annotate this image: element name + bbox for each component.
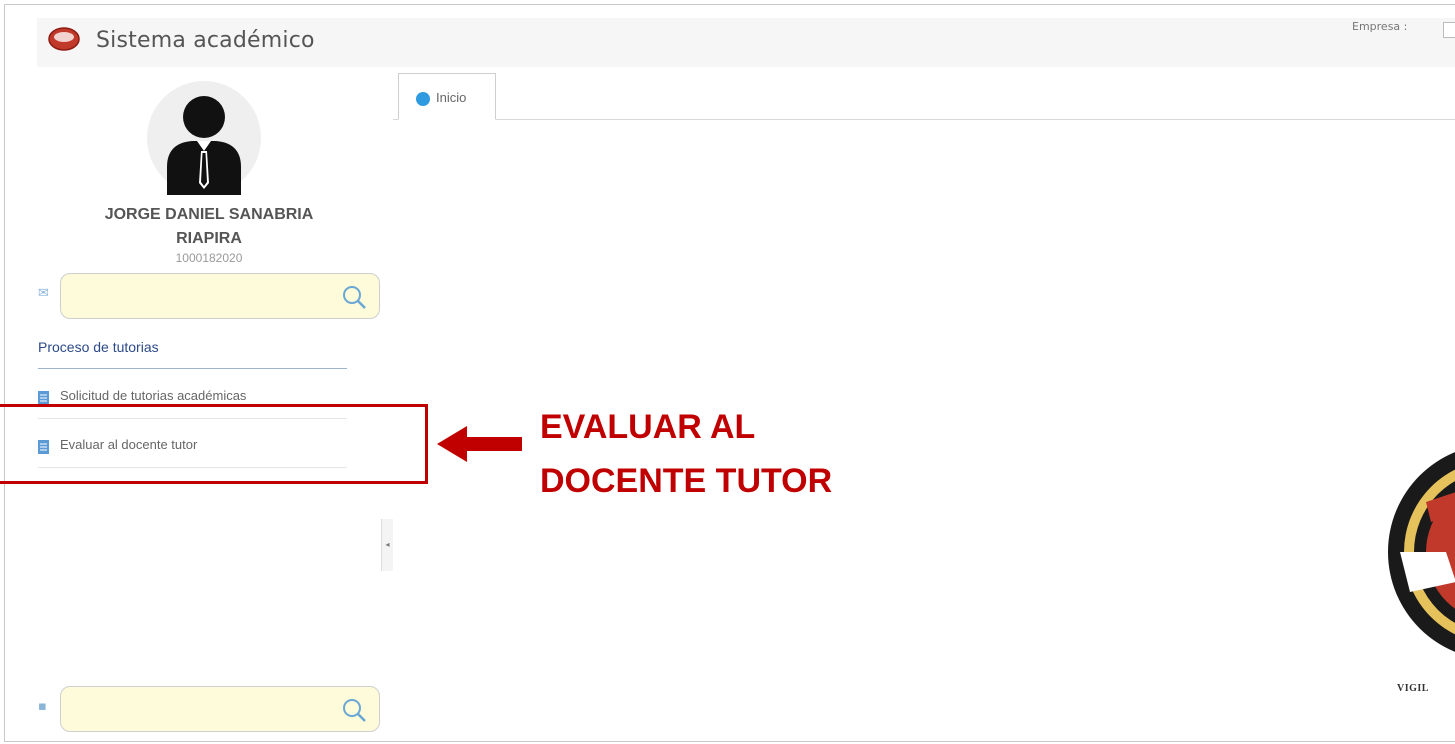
emblem-caption: VIGIL [1397,683,1429,694]
user-id: 1000182020 [175,251,243,265]
search-input[interactable] [60,273,380,319]
empresa-label: Empresa : [1352,20,1408,33]
user-name: JORGE DANIEL SANABRIA RIAPIRA [40,203,378,251]
avatar [147,81,261,195]
user-name-line2: RIAPIRA [176,230,242,247]
section-divider [38,368,347,369]
tab-inicio[interactable]: Inicio [398,73,496,120]
section-title-tutorias[interactable]: Proceso de tutorias [38,339,159,355]
sidebar-search-bottom: ▪ [38,686,380,732]
search-input-bottom[interactable] [60,686,380,732]
tab-label: Inicio [436,90,467,105]
sidebar-search-top: ✉ [38,273,380,319]
app-title: Sistema académico [96,28,315,53]
annotation-line2: DOCENTE TUTOR [540,462,833,500]
search-icon[interactable] [340,283,368,311]
sidebar-collapse-handle[interactable]: ◂ [381,519,393,571]
user-name-line1: JORGE DANIEL SANABRIA [104,206,314,223]
menu-item-label: Solicitud de tutorias académicas [60,388,247,403]
app-logo-icon [48,27,80,51]
annotation-text: EVALUAR AL DOCENTE TUTOR [540,400,832,508]
annotation-highlight-box [0,404,428,484]
annotation-arrow-icon [437,426,522,462]
user-silhouette-icon [167,96,241,195]
search-icon[interactable] [340,696,368,724]
list-icon [38,391,49,405]
doc-icon: ▪ [38,699,47,714]
circle-icon [416,92,430,106]
mail-icon: ✉ [38,286,49,301]
annotation-line1: EVALUAR AL [540,408,756,446]
university-emblem-icon [1388,452,1455,652]
empresa-select[interactable] [1443,22,1455,38]
tabbar-divider [393,119,1455,120]
